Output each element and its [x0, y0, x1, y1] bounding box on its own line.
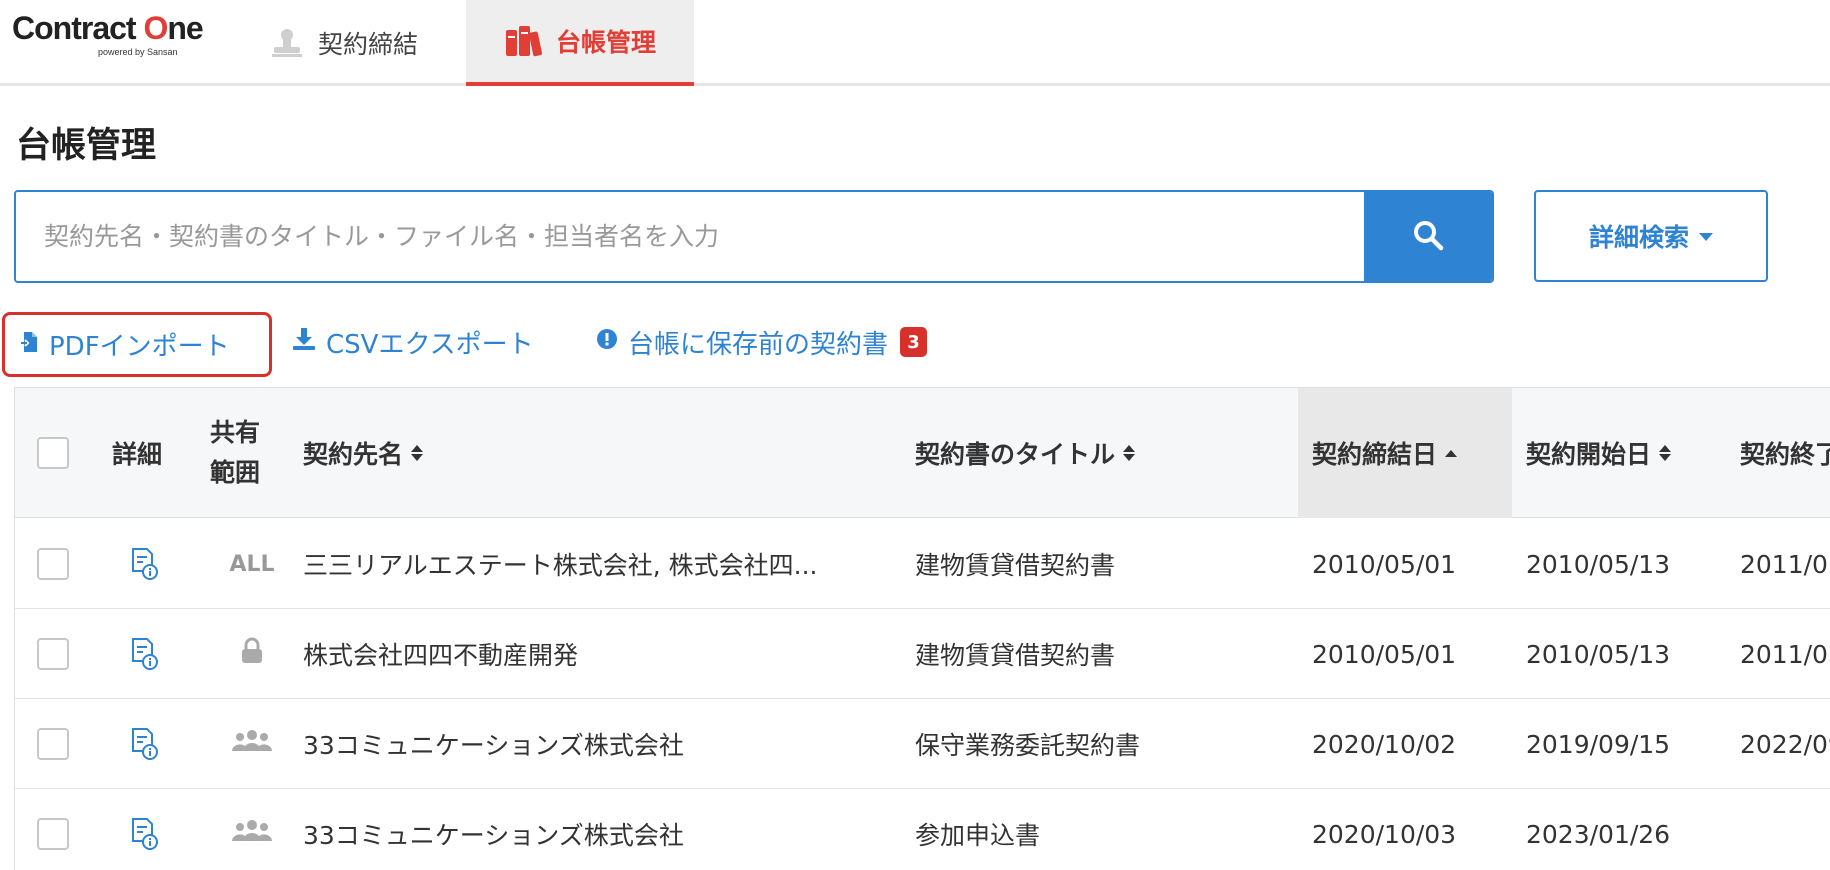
brand-tagline: powered by Sansan — [98, 47, 178, 57]
header-end: 契約終了日 — [1740, 440, 1830, 469]
table-header: 詳細 共有 範囲 契約先名 契約書のタイトル 契約締結日 契約開始日 契約終了 — [15, 388, 1830, 518]
advanced-search-button[interactable]: 詳細検索 — [1534, 190, 1768, 282]
header-party: 契約先名 — [303, 440, 404, 469]
file-import-icon — [21, 330, 39, 360]
stamp-icon — [270, 28, 304, 58]
tab-label: 契約締結 — [318, 30, 419, 59]
row-select-cell — [37, 609, 69, 699]
header-detail: 詳細 — [112, 440, 163, 469]
end-date — [1740, 789, 1830, 870]
pdf-import-label: PDFインポート — [49, 332, 230, 362]
pending-count-badge: 3 — [900, 327, 928, 357]
search-icon — [1411, 218, 1445, 256]
header-shared-line2: 範囲 — [210, 458, 261, 487]
detail-icon[interactable] — [123, 519, 167, 609]
row-select-cell — [37, 519, 69, 609]
page-title: 台帳管理 — [16, 126, 157, 166]
group-icon — [231, 819, 273, 849]
sort-icon — [1659, 445, 1672, 461]
header-party-sortable[interactable]: 契約先名 — [303, 388, 424, 518]
end-date: 2011/05/12 — [1740, 549, 1830, 579]
download-icon — [292, 327, 316, 358]
advanced-search-label: 詳細検索 — [1588, 223, 1689, 252]
row-checkbox[interactable] — [37, 728, 69, 760]
brand-name: Contract One — [12, 10, 204, 47]
contracts-table: 詳細 共有 範囲 契約先名 契約書のタイトル 契約締結日 契約開始日 契約終了 … — [14, 387, 1830, 870]
row-checkbox[interactable] — [37, 548, 69, 580]
table-row[interactable]: 33コミュニケーションズ株式会社 参加申込書 2020/10/03 2023/0… — [15, 789, 1830, 870]
row-checkbox[interactable] — [37, 818, 69, 850]
header-start-sortable[interactable]: 契約開始日 — [1526, 388, 1672, 518]
shared-all-label: ALL — [229, 551, 275, 577]
party-name: 株式会社四四不動産開発 — [303, 641, 579, 670]
start-date: 2023/01/26 — [1526, 819, 1671, 849]
header-end-sortable[interactable]: 契約終了日 — [1740, 388, 1830, 518]
end-date: 2011/05/12 — [1740, 639, 1830, 669]
header-start: 契約開始日 — [1526, 440, 1652, 469]
csv-export-label: CSVエクスポート — [326, 329, 534, 360]
start-date: 2010/05/13 — [1526, 639, 1671, 669]
party-name: 33コミュニケーションズ株式会社 — [303, 821, 684, 850]
select-all-checkbox[interactable] — [37, 437, 69, 469]
table-row[interactable]: ALL 三三リアルエステート株式会社, 株式会社四... 建物賃貸借契約書 20… — [15, 519, 1830, 609]
party-name: 33コミュニケーションズ株式会社 — [303, 731, 684, 760]
start-date: 2010/05/13 — [1526, 549, 1671, 579]
row-select-cell — [37, 699, 69, 789]
sort-icon — [1123, 445, 1136, 461]
pending-contracts-label: 台帳に保存前の契約書 — [628, 329, 889, 360]
tab-ledger-management[interactable]: 台帳管理 — [466, 0, 694, 86]
signed-date: 2010/05/01 — [1312, 639, 1457, 669]
group-icon — [231, 729, 273, 759]
signed-date: 2010/05/01 — [1312, 549, 1457, 579]
shared-scope — [210, 609, 294, 699]
signed-date: 2020/10/03 — [1312, 819, 1457, 849]
row-checkbox[interactable] — [37, 638, 69, 670]
start-date: 2019/09/15 — [1526, 729, 1671, 759]
app-root: Contract One powered by Sansan 契約締結 台帳管理… — [0, 0, 1830, 870]
table-row[interactable]: 33コミュニケーションズ株式会社 保守業務委託契約書 2020/10/02 20… — [15, 699, 1830, 789]
sort-ascending-icon — [1445, 449, 1458, 457]
brand-name-part: Contract — [12, 10, 144, 46]
chevron-down-icon — [1699, 233, 1713, 241]
party-name: 三三リアルエステート株式会社, 株式会社四... — [303, 551, 818, 580]
detail-icon[interactable] — [123, 789, 167, 870]
row-select-cell — [37, 789, 69, 870]
header-signed: 契約締結日 — [1312, 440, 1438, 469]
table-row[interactable]: 株式会社四四不動産開発 建物賃貸借契約書 2010/05/01 2010/05/… — [15, 609, 1830, 699]
header-signed-sortable[interactable]: 契約締結日 — [1298, 388, 1512, 518]
shared-scope — [210, 699, 294, 789]
header-title: 契約書のタイトル — [915, 440, 1116, 469]
shared-scope — [210, 789, 294, 870]
detail-icon[interactable] — [123, 699, 167, 789]
signed-date: 2020/10/02 — [1312, 729, 1457, 759]
csv-export-button[interactable]: CSVエクスポート — [292, 322, 534, 362]
search-bar — [14, 190, 1494, 283]
search-button[interactable] — [1364, 192, 1492, 281]
tab-contract-signing[interactable]: 契約締結 — [270, 0, 418, 86]
contract-title: 参加申込書 — [915, 821, 1041, 850]
lock-icon — [240, 637, 264, 671]
pending-contracts-link[interactable]: 台帳に保存前の契約書 3 — [596, 322, 928, 362]
contract-title: 建物賃貸借契約書 — [915, 551, 1116, 580]
top-nav: Contract One powered by Sansan 契約締結 台帳管理 — [0, 0, 1830, 86]
ledger-books-icon — [504, 24, 542, 58]
tab-label: 台帳管理 — [555, 28, 656, 57]
search-input[interactable] — [16, 192, 1364, 281]
sort-icon — [411, 445, 424, 461]
detail-icon[interactable] — [123, 609, 167, 699]
end-date: 2022/09/14 — [1740, 729, 1830, 759]
contract-title: 建物賃貸借契約書 — [915, 641, 1116, 670]
brand-name-o: O — [143, 10, 168, 46]
header-title-sortable[interactable]: 契約書のタイトル — [915, 388, 1136, 518]
header-shared-scope: 共有 範囲 — [210, 388, 260, 518]
brand-logo[interactable]: Contract One powered by Sansan — [12, 10, 222, 60]
select-all-cell — [37, 388, 69, 518]
info-alert-icon — [596, 327, 618, 357]
pdf-import-button[interactable]: PDFインポート — [2, 312, 272, 377]
shared-scope: ALL — [210, 519, 294, 609]
brand-name-part-end: ne — [167, 10, 203, 46]
header-shared-line1: 共有 — [210, 418, 261, 447]
contract-title: 保守業務委託契約書 — [915, 731, 1141, 760]
